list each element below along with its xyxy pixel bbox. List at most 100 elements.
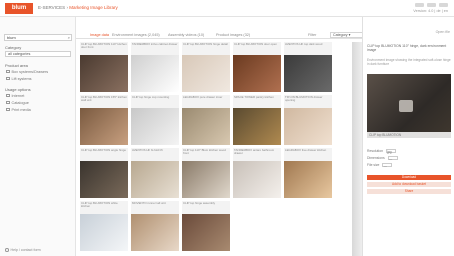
usage-option[interactable]: Print media (6, 107, 31, 112)
tile-caption: CLIP top BLUMOTION door open (233, 42, 281, 55)
checkbox[interactable] (6, 100, 10, 105)
filter-label: Filter (308, 33, 317, 37)
image-tile[interactable]: CLIP top BLUMOTION white kitchen (80, 201, 128, 251)
image-tile[interactable]: CLIP top 110° Blum kitchen wood front (182, 148, 230, 198)
image-tile[interactable]: AVENTOS HF bi-fold lift (131, 148, 179, 198)
tile-thumbnail[interactable] (182, 55, 230, 92)
tile-thumbnail[interactable] (233, 161, 281, 198)
tile-thumbnail[interactable] (182, 108, 230, 145)
tile-caption: LEGRABOX pure drawer inner (182, 95, 230, 108)
field-row: Dimensions — (367, 156, 398, 161)
utility-link-1[interactable] (415, 3, 424, 7)
image-tile[interactable]: CLIP top hinge assembly (182, 201, 230, 251)
image-tile[interactable]: LEGRABOX pure drawer inner (182, 95, 230, 145)
field-value[interactable]: jpg (386, 149, 397, 154)
add-to-basket-button[interactable]: Add to download basket (367, 182, 451, 187)
tab-assembly-videos[interactable]: Assembly videos (10) (168, 33, 204, 37)
image-tile[interactable]: TANDEMBOX intivo cabinet drawer (131, 42, 179, 92)
search-input[interactable]: blum ⌕ (4, 34, 72, 41)
tab-image-data[interactable]: Image data (90, 33, 109, 37)
image-tile[interactable]: AVENTOS HK top dark wood (284, 42, 332, 92)
breadcrumb-prefix[interactable]: E-SERVICES (38, 5, 65, 10)
open-file-link[interactable]: Open file (436, 30, 450, 34)
detail-preview-image[interactable]: CLIP top BLUMOTION (367, 74, 451, 138)
field-value[interactable]: — (387, 156, 398, 161)
image-tile[interactable]: CLIP top hinge cup mounting (131, 95, 179, 145)
detail-description: Environment image showing the integrated… (367, 58, 451, 66)
tile-caption: CLIP top 110° Blum kitchen wood front (182, 148, 230, 161)
detail-title: CLIP top BLUMOTION 110° hinge, dark envi… (367, 44, 447, 52)
field-row: Resolution jpg (367, 149, 397, 154)
share-button[interactable]: Share (367, 189, 451, 194)
tile-thumbnail[interactable] (131, 214, 179, 251)
tab-product-images[interactable]: Product images (32) (216, 33, 250, 37)
tile-thumbnail[interactable] (80, 55, 128, 92)
usage-option[interactable]: Internet (6, 93, 24, 98)
tile-thumbnail[interactable] (131, 55, 179, 92)
hinge-shape (399, 100, 413, 112)
checkbox[interactable] (6, 93, 10, 98)
breadcrumb-app[interactable]: Marketing Image Library (69, 5, 118, 10)
info-icon (5, 248, 9, 252)
search-value: blum (7, 35, 16, 40)
checkbox[interactable] (6, 76, 10, 81)
help-link[interactable]: Help / contact form (5, 248, 41, 252)
app-window: blum E-SERVICES › Marketing Image Librar… (0, 0, 454, 256)
checkbox[interactable] (6, 69, 10, 74)
detail-panel: Open file CLIP top BLUMOTION 110° hinge,… (362, 17, 454, 256)
image-tile[interactable]: LEGRABOX free drawer kitchen (284, 148, 332, 198)
tile-caption: MOVENTO runner tall unit (131, 201, 179, 214)
scroll-overlay (352, 42, 362, 256)
tile-thumbnail[interactable] (80, 108, 128, 145)
image-tile[interactable]: TANDEMBOX antaro bathroom drawer (233, 148, 281, 198)
category-select[interactable]: all categories (5, 51, 71, 57)
checkbox[interactable] (6, 107, 10, 112)
tile-caption: CLIP top hinge cup mounting (131, 95, 179, 108)
tile-caption: TIP-ON BLUMOTION drawer opening (284, 95, 332, 108)
tile-thumbnail[interactable] (182, 214, 230, 251)
version-text: Version: 4.0 | de | en (413, 9, 448, 13)
image-tile[interactable]: MOVENTO runner tall unit (131, 201, 179, 251)
field-label: File size (367, 163, 380, 167)
tile-thumbnail[interactable] (80, 161, 128, 198)
tile-thumbnail[interactable] (182, 161, 230, 198)
tab-environment-images[interactable]: Environment images (2,045) (112, 33, 160, 37)
tile-caption: CLIP top BLUMOTION angle hinge (80, 148, 128, 161)
tile-caption: CLIP top BLUMOTION 110° kitchen door fro… (80, 42, 128, 55)
image-tile[interactable]: CLIP top BLUMOTION 155° kitchen wall uni… (80, 95, 128, 145)
product-area-option[interactable]: Lift systems (6, 76, 32, 81)
download-button[interactable]: Download (367, 175, 451, 180)
tile-caption: CLIP top BLUMOTION white kitchen (80, 201, 128, 214)
tile-thumbnail[interactable] (233, 55, 281, 92)
tile-thumbnail[interactable] (284, 161, 332, 198)
tile-thumbnail[interactable] (80, 214, 128, 251)
tile-thumbnail[interactable] (284, 55, 332, 92)
field-value[interactable]: — (382, 163, 393, 168)
image-tile[interactable]: CLIP top BLUMOTION angle hinge (80, 148, 128, 198)
product-area-option[interactable]: Box systems/Drawers (6, 69, 48, 74)
tile-thumbnail[interactable] (284, 108, 332, 145)
tile-caption: CLIP top BLUMOTION 155° kitchen wall uni… (80, 95, 128, 108)
tile-caption: CLIP top BLUMOTION hinge detail (182, 42, 230, 55)
tile-caption: TANDEMBOX intivo cabinet drawer (131, 42, 179, 55)
image-tile[interactable]: SPACE TOWER pantry kitchen (233, 95, 281, 145)
tile-thumbnail[interactable] (131, 161, 179, 198)
product-area-heading: Product area (5, 63, 28, 68)
utility-link-2[interactable] (427, 3, 436, 7)
image-tile[interactable]: TIP-ON BLUMOTION drawer opening (284, 95, 332, 145)
category-heading: Category (5, 45, 22, 50)
breadcrumb: E-SERVICES › Marketing Image Library (38, 5, 118, 10)
usage-option[interactable]: Catalogue (6, 100, 29, 105)
image-tile[interactable]: CLIP top BLUMOTION door open (233, 42, 281, 92)
field-label: Dimensions (367, 156, 385, 160)
brand-logo[interactable]: blum (5, 3, 33, 14)
preview-label: CLIP top BLUMOTION (367, 132, 451, 138)
image-tile[interactable]: CLIP top BLUMOTION 110° kitchen door fro… (80, 42, 128, 92)
image-tile[interactable]: CLIP top BLUMOTION hinge detail (182, 42, 230, 92)
image-grid: CLIP top BLUMOTION 110° kitchen door fro… (80, 42, 352, 256)
search-icon[interactable]: ⌕ (68, 35, 70, 40)
tile-thumbnail[interactable] (233, 108, 281, 145)
tile-thumbnail[interactable] (131, 108, 179, 145)
tile-caption: AVENTOS HK top dark wood (284, 42, 332, 55)
utility-link-3[interactable] (439, 3, 448, 7)
